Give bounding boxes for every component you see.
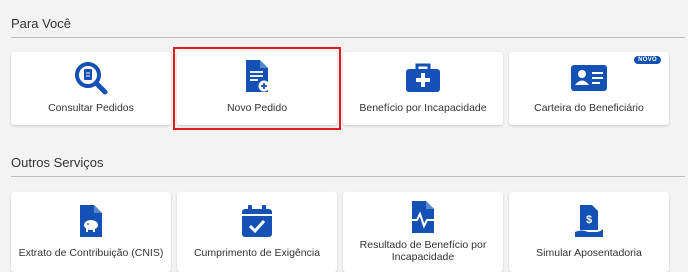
selection-highlight [173, 47, 341, 130]
card-consultar-pedidos[interactable]: Consultar Pedidos [11, 52, 171, 125]
pulse-document-icon [409, 201, 437, 233]
card-label: Extrato de Contribuição (CNIS) [18, 247, 164, 259]
card-label: Simular Aposentadoria [536, 247, 642, 259]
card-extrato-contribuicao[interactable]: Extrato de Contribuição (CNIS) [11, 192, 171, 272]
card-label: Consultar Pedidos [48, 102, 134, 114]
money-hand-icon: $ [575, 205, 603, 237]
calendar-check-icon [242, 205, 272, 237]
medical-kit-icon [406, 63, 440, 92]
card-carteira-beneficiario[interactable]: NOVO Carteira do Beneficiário [509, 52, 669, 125]
card-resultado-beneficio[interactable]: Resultado de Benefício por Incapacidade [343, 192, 503, 272]
svg-text:$: $ [586, 214, 592, 226]
divider [11, 37, 685, 38]
card-cumprimento-exigencia[interactable]: Cumprimento de Exigência [177, 192, 337, 272]
card-label: Resultado de Benefício por Incapacidade [359, 239, 487, 263]
card-beneficio-incapacidade[interactable]: Benefício por Incapacidade [343, 52, 503, 125]
card-label: Cumprimento de Exigência [193, 247, 321, 259]
card-label: Benefício por Incapacidade [359, 102, 487, 114]
search-document-icon [75, 62, 108, 95]
piggy-bank-document-icon [80, 205, 102, 237]
section-title-outros-servicos: Outros Serviços [11, 155, 104, 170]
id-card-icon [571, 65, 607, 91]
card-label: Carteira do Beneficiário [534, 102, 644, 114]
new-badge: NOVO [634, 56, 661, 64]
card-simular-aposentadoria[interactable]: $ Simular Aposentadoria [509, 192, 669, 272]
divider [11, 176, 685, 177]
section-title-para-voce: Para Você [11, 16, 71, 31]
